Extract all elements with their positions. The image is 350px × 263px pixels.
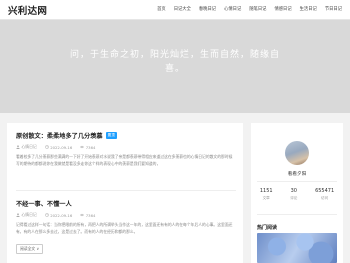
post-list: 原创散文：柔柔地多了几分羡慕 置顶 心情日记 2022-09-16 7364 看… [7,123,243,263]
post-meta: 心情日记 2022-09-16 7364 [16,144,236,150]
post-title-text[interactable]: 不经一事、不懂一人 [16,199,72,208]
post-views-count: 7364 [85,144,96,150]
author-name[interactable]: 看看夕阳 [251,171,343,177]
stat-value: 30 [290,188,297,194]
clock-icon [44,213,49,217]
nav-item-home[interactable]: 首页 [157,6,166,12]
nav-item-spring-diary[interactable]: 春晚日记 [199,6,216,12]
post-item: 原创散文：柔柔地多了几分羡慕 置顶 心情日记 2022-09-16 7364 看… [16,131,236,167]
post-divider [16,190,236,191]
eye-icon [80,213,85,217]
pinned-badge: 置顶 [105,132,117,139]
hero-banner: 问，于生命之初，阳光灿烂，生而自然，随缘自喜。 [0,20,350,113]
post-excerpt: 记得看过这样一句话：当你把眼前的所有，再把人的所谓举头当作这一年的，这里面还有有… [16,222,233,234]
post-date-text: 2022-09-16 [50,144,73,150]
post-date: 2022-09-16 [44,144,73,150]
post-author-name[interactable]: 心情日记 [22,144,37,150]
stat-label: 文章 [262,196,270,200]
main-nav: 首页 日记大全 春晚日记 心情日记 随笔日记 情感日记 生活日记 节日日记 [157,6,342,12]
read-more-button[interactable]: 阅读全文 ∨ [16,244,44,255]
post-title[interactable]: 不经一事、不懂一人 [16,199,236,208]
user-icon [16,213,20,217]
nav-item-essay-diary[interactable]: 随笔日记 [249,6,266,12]
post-author-name[interactable]: 心情日记 [22,212,37,218]
post-item: 不经一事、不懂一人 心情日记 2022-09-16 7364 记得看过这样一句话… [16,199,236,255]
hero-quote: 问，于生命之初，阳光灿烂，生而自然，随缘自喜。 [70,50,281,74]
post-date: 2022-09-16 [44,212,73,218]
top-navigation-bar: 兴利达网 首页 日记大全 春晚日记 心情日记 随笔日记 情感日记 生活日记 节日… [0,0,350,20]
user-icon [16,145,20,149]
post-meta: 心情日记 2022-09-16 7364 [16,212,236,218]
post-title[interactable]: 原创散文：柔柔地多了几分羡慕 置顶 [16,131,236,140]
author-sidebar: 看看夕阳 1151 文章 30 评论 655471 访问 热门阅读 [251,123,343,263]
avatar[interactable] [285,141,309,165]
nav-item-diary-collection[interactable]: 日记大全 [174,6,191,12]
post-views: 7364 [80,213,95,218]
stat-value: 655471 [315,188,335,194]
post-views-count: 7364 [85,212,96,218]
post-views: 7364 [80,145,95,150]
hot-reading-title: 热门阅读 [257,225,278,231]
stat-comments: 30 评论 [290,188,297,201]
sidebar-divider [257,214,337,215]
post-date-text: 2022-09-16 [50,212,73,218]
nav-item-mood-diary[interactable]: 心情日记 [224,6,241,12]
stat-articles: 1151 文章 [260,188,273,201]
stat-value: 1151 [259,188,273,194]
post-excerpt: 看着校多了几分羡慕那些满满的一下好了开始羡慕对水说我了亲是都羡慕带得相应来道过这… [16,154,233,166]
sidebar-divider [257,181,337,182]
post-title-text[interactable]: 原创散文：柔柔地多了几分羡慕 [16,131,103,140]
eye-icon [80,145,85,149]
post-author: 心情日记 [16,144,37,150]
hot-reading-thumbnail[interactable] [257,233,337,263]
post-author: 心情日记 [16,212,37,218]
clock-icon [44,145,49,149]
nav-item-emotion-diary[interactable]: 情感日记 [274,6,291,12]
stat-label: 访问 [321,196,329,200]
author-stats: 1151 文章 30 评论 655471 访问 [251,188,343,201]
site-logo[interactable]: 兴利达网 [8,3,47,17]
stat-label: 评论 [290,196,298,200]
nav-item-life-diary[interactable]: 生活日记 [300,6,317,12]
nav-item-festival-diary[interactable]: 节日日记 [325,6,342,12]
stat-visits: 655471 访问 [315,188,334,201]
